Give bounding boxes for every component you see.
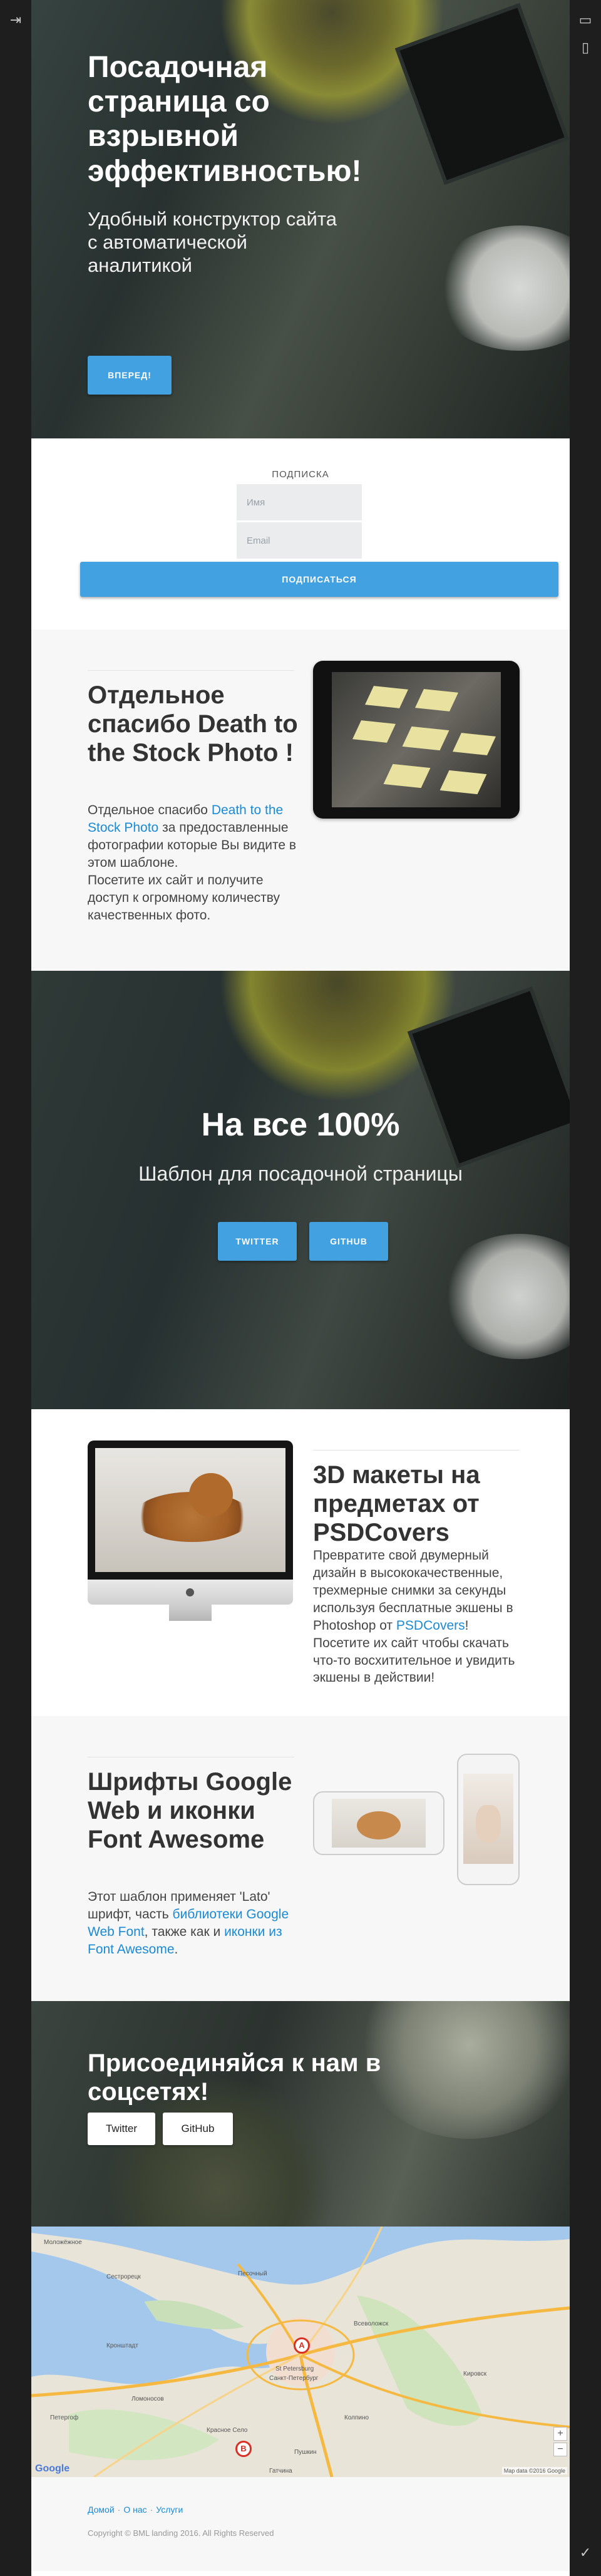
footer-links: Домой · О нас · Услуги: [88, 2505, 183, 2515]
feature-fonts: Шрифты Google Web и иконки Font Awesome …: [31, 1716, 570, 2001]
social-section: Присоединяйся к нам в соцсетях! Twitter …: [31, 2001, 570, 2227]
forward-button[interactable]: ВПЕРЕД!: [88, 356, 172, 395]
divider: [313, 1450, 520, 1451]
banner-section: На все 100% Шаблон для посадочной страни…: [31, 971, 570, 1409]
feature-title: Отдельное спасибо Death to the Stock Pho…: [88, 681, 298, 767]
hero-subtitle: Удобный конструктор сайта с автоматическ…: [88, 207, 337, 277]
footer-separator: ·: [150, 2505, 153, 2515]
map-label: Санкт-Петербург: [269, 2375, 319, 2382]
feature-body: Превратите свой двумерный дизайн в высок…: [313, 1547, 526, 1687]
map-label: Ломоносов: [131, 2396, 164, 2403]
psdcovers-link[interactable]: PSDCovers: [396, 1618, 465, 1633]
feature-stock-photo: Отдельное спасибо Death to the Stock Pho…: [31, 629, 570, 971]
imac-chin: [88, 1580, 293, 1605]
right-toolbar: ▭ ▯ ✓: [570, 0, 601, 2576]
sign-in-icon[interactable]: ⇥: [6, 14, 25, 28]
map-label: Всеволожск: [354, 2320, 389, 2327]
desktop-icon[interactable]: ▭: [576, 14, 595, 28]
name-input[interactable]: [237, 484, 362, 520]
footer-separator: ·: [117, 2505, 121, 2515]
map-label: Кировск: [463, 2371, 487, 2377]
footer-link-services[interactable]: Услуги: [156, 2505, 183, 2515]
zoom-in-button[interactable]: +: [553, 2427, 567, 2441]
subscribe-section: ПОДПИСКА ПОДПИСАТЬСЯ: [31, 438, 570, 629]
feature-title: Шрифты Google Web и иконки Font Awesome: [88, 1768, 292, 1853]
body-text: .: [174, 1942, 178, 1957]
imac-stand: [169, 1605, 212, 1621]
map-section[interactable]: Моложёжное Сестрорецк Песочный Всеволожс…: [31, 2227, 570, 2477]
body-text: Посетите их сайт и получите доступ к огр…: [88, 872, 280, 923]
map-attribution: Map data ©2016 Google: [501, 2467, 567, 2475]
footer-link-home[interactable]: Домой: [88, 2505, 115, 2515]
hero-text: Посадочная страница со взрывной эффектив…: [88, 50, 362, 277]
left-toolbar: ⇥: [0, 0, 31, 2576]
github-button[interactable]: GITHUB: [309, 1222, 388, 1261]
imac-image: [88, 1441, 293, 1621]
map-label: Петергоф: [50, 2414, 79, 2421]
banner-subtitle: Шаблон для посадочной страницы: [138, 1162, 463, 1185]
body-text: Отдельное спасибо: [88, 803, 212, 817]
map-label: Колпино: [344, 2414, 369, 2421]
google-logo: Google: [35, 2463, 70, 2474]
mug-image: [438, 1234, 570, 1359]
subscribe-label: ПОДПИСКА: [272, 469, 329, 480]
divider: [88, 670, 294, 671]
check-icon[interactable]: ✓: [576, 2547, 595, 2560]
sticky-notes-photo: [332, 672, 501, 807]
banner-title: На все 100%: [201, 1107, 400, 1143]
twitter-button[interactable]: TWITTER: [218, 1222, 297, 1261]
mobile-icon[interactable]: ▯: [576, 41, 595, 55]
map-label: Песочный: [238, 2270, 267, 2277]
copyright: Copyright © BML landing 2016. All Rights…: [88, 2528, 274, 2538]
map-label: Гатчина: [269, 2468, 292, 2475]
social-title: Присоединяйся к нам в соцсетях!: [88, 2049, 381, 2106]
footer-link-about[interactable]: О нас: [123, 2505, 146, 2515]
hero-title: Посадочная страница со взрывной эффектив…: [88, 51, 362, 188]
feature-body: Отдельное спасибо Death to the Stock Pho…: [88, 802, 304, 924]
feature-title: 3D макеты на предметах от PSDCovers: [313, 1461, 480, 1546]
map-label: Сестрорецк: [106, 2273, 141, 2280]
mug-image: [432, 225, 570, 351]
apple-logo-icon: [186, 1588, 194, 1596]
landing-page: Посадочная страница со взрывной эффектив…: [31, 0, 570, 2576]
subscribe-button[interactable]: ПОДПИСАТЬСЯ: [80, 562, 558, 597]
iphone-portrait-image: [457, 1754, 520, 1885]
map-label: Красное Село: [207, 2427, 248, 2434]
hero-section: Посадочная страница со взрывной эффектив…: [31, 0, 570, 438]
map-label: Моложёжное: [44, 2239, 82, 2246]
footer: Домой · О нас · Услуги Copyright © BML landi…: [31, 2477, 570, 2571]
twitter-button[interactable]: Twitter: [88, 2113, 155, 2145]
tablet-image: [313, 661, 520, 819]
zoom-out-button[interactable]: −: [553, 2443, 567, 2456]
github-button[interactable]: GitHub: [163, 2113, 233, 2145]
map-label: St Petersburg: [275, 2366, 314, 2372]
map-marker-b[interactable]: B: [235, 2441, 252, 2457]
feature-body: Этот шаблон применяет 'Lato' шрифт, част…: [88, 1888, 300, 1958]
email-input[interactable]: [237, 522, 362, 559]
iphone-landscape-image: [313, 1791, 444, 1855]
feature-psdcovers: 3D макеты на предметах от PSDCovers Прев…: [31, 1409, 570, 1716]
dog-photo: [95, 1448, 285, 1572]
map-marker-a[interactable]: A: [294, 2337, 310, 2354]
map-label: Кронштадт: [106, 2342, 138, 2349]
body-text: , также как и: [144, 1924, 225, 1939]
map-label: Пушкин: [294, 2449, 317, 2456]
